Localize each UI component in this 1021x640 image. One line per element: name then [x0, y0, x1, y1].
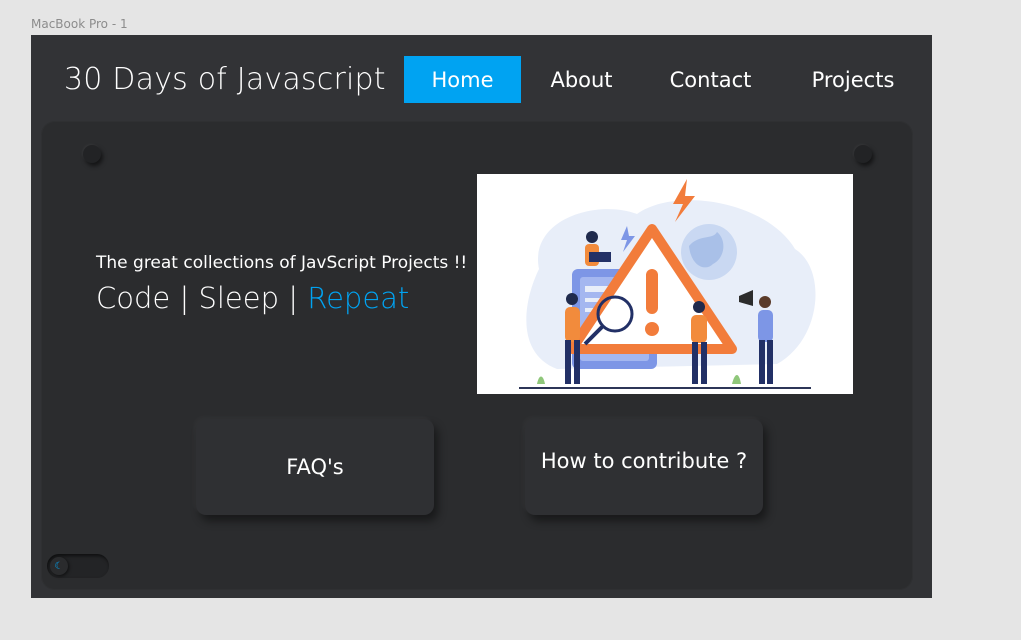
panel-knob-left — [83, 145, 101, 163]
nav-contact[interactable]: Contact — [652, 56, 769, 103]
hero-illustration — [477, 174, 853, 394]
theme-toggle[interactable]: ☾ — [47, 554, 109, 578]
moon-icon: ☾ — [50, 557, 68, 575]
motto-text: Code | Sleep | — [96, 281, 308, 315]
frame-label: MacBook Pro - 1 — [31, 17, 128, 31]
hero-motto: Code | Sleep | Repeat — [96, 281, 409, 315]
nav-about[interactable]: About — [531, 56, 632, 103]
panel-knob-right — [854, 145, 872, 163]
motto-accent: Repeat — [307, 281, 410, 315]
hero-tagline: The great collections of JavScript Proje… — [96, 253, 468, 273]
nav-projects[interactable]: Projects — [793, 56, 913, 103]
main-panel: The great collections of JavScript Proje… — [41, 121, 913, 590]
warning-sign-illustration — [519, 179, 816, 389]
faq-button[interactable]: FAQ's — [196, 419, 434, 515]
app-frame: 30 Days of Javascript Home About Contact… — [31, 35, 932, 598]
site-title: 30 Days of Javascript — [64, 62, 386, 97]
how-to-contribute-button[interactable]: How to contribute ? — [525, 419, 763, 515]
nav-home[interactable]: Home — [404, 56, 521, 103]
